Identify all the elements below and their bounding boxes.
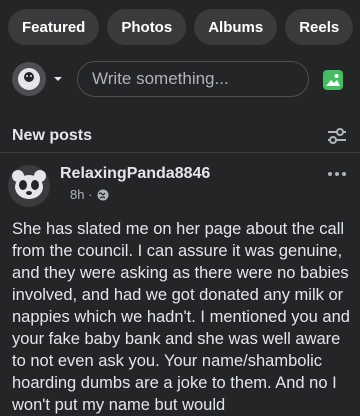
tab-photos[interactable]: Photos bbox=[107, 9, 187, 45]
post-composer: Write something... bbox=[0, 61, 360, 110]
tab-albums[interactable]: Albums bbox=[194, 9, 278, 45]
post-meta: 8h · bbox=[70, 187, 109, 202]
photo-icon[interactable] bbox=[322, 69, 344, 91]
write-something-input[interactable]: Write something... bbox=[77, 61, 309, 97]
tab-featured[interactable]: Featured bbox=[8, 9, 100, 45]
more-options-icon[interactable] bbox=[326, 169, 348, 179]
chevron-down-icon[interactable] bbox=[51, 72, 65, 86]
new-posts-header: New posts bbox=[12, 125, 348, 147]
meta-separator: · bbox=[84, 187, 93, 202]
post-body: She has slated me on her page about the … bbox=[12, 220, 350, 414]
post-time[interactable]: 8h bbox=[70, 187, 84, 202]
divider bbox=[0, 152, 360, 153]
sliders-icon[interactable] bbox=[326, 127, 348, 145]
panda-avatar[interactable] bbox=[8, 165, 50, 207]
globe-icon bbox=[97, 189, 109, 200]
tab-reels[interactable]: Reels bbox=[285, 9, 354, 45]
profile-face-icon[interactable] bbox=[12, 62, 46, 96]
profile-tabs: Featured Photos Albums Reels bbox=[0, 0, 360, 54]
post-header: RelaxingPanda8846 8h · bbox=[8, 165, 352, 209]
post-author[interactable]: RelaxingPanda8846 bbox=[60, 165, 210, 183]
section-title: New posts bbox=[12, 127, 93, 144]
composer-placeholder: Write something... bbox=[92, 69, 229, 88]
